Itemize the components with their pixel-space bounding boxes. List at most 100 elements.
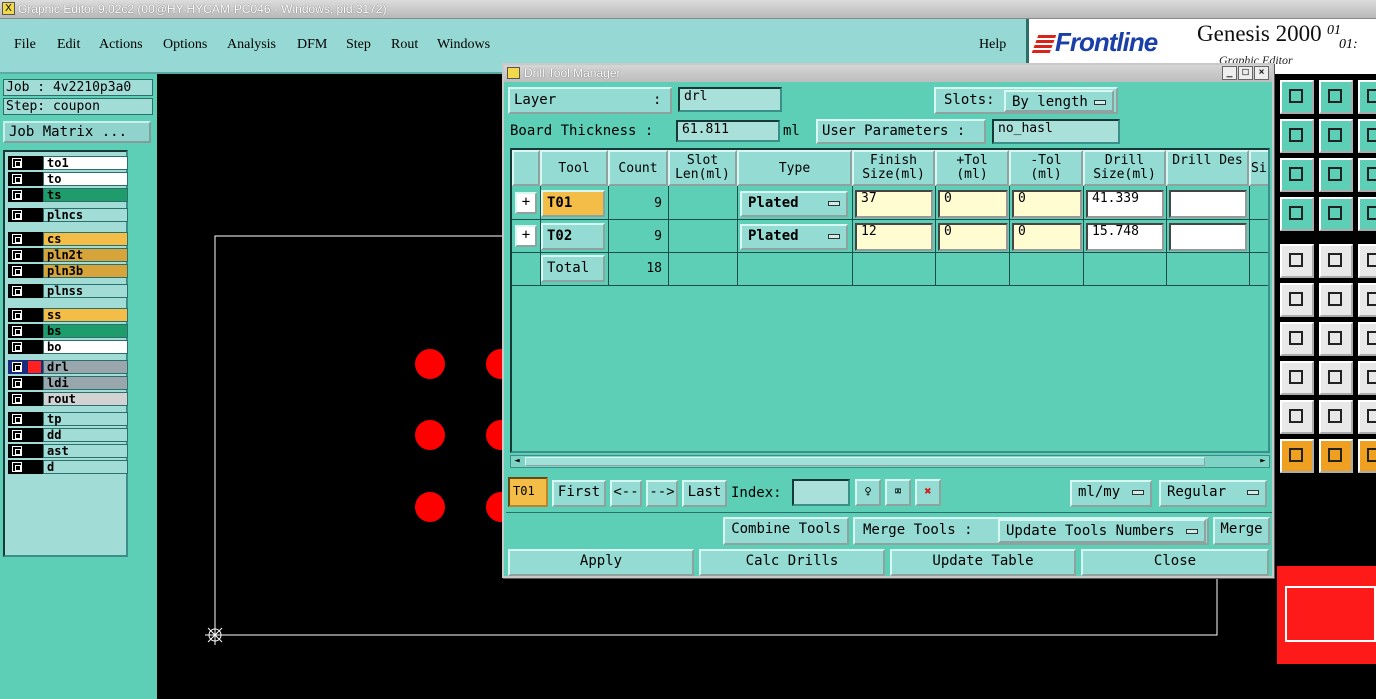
node-icon[interactable] bbox=[1358, 244, 1376, 278]
layer-row-to[interactable]: to bbox=[8, 172, 128, 186]
layer-row-ss[interactable]: ss bbox=[8, 308, 128, 322]
layer-name[interactable]: tp bbox=[43, 412, 128, 426]
layer-checkbox[interactable] bbox=[12, 190, 22, 200]
combine-tools-button[interactable]: Combine Tools bbox=[723, 517, 849, 545]
mode-select[interactable]: Regular bbox=[1159, 480, 1267, 507]
pan-icon[interactable] bbox=[1319, 400, 1353, 434]
plus-tol-field[interactable]: 0 bbox=[938, 223, 1008, 251]
layer-checkbox[interactable] bbox=[12, 158, 22, 168]
cross-icon[interactable] bbox=[1358, 197, 1376, 231]
menu-edit[interactable]: Edit bbox=[57, 37, 80, 53]
minus-tol-field[interactable]: 0 bbox=[1012, 223, 1082, 251]
type-select[interactable]: Plated bbox=[740, 191, 848, 217]
drill-des-field[interactable] bbox=[1169, 223, 1247, 251]
slash-icon[interactable] bbox=[1319, 244, 1353, 278]
tool-button[interactable]: T01 bbox=[541, 190, 605, 217]
layer-checkbox[interactable] bbox=[12, 174, 22, 184]
pan-icon[interactable] bbox=[1358, 119, 1376, 153]
layer-checkbox[interactable] bbox=[12, 250, 22, 260]
slots-select[interactable]: By length bbox=[1004, 90, 1114, 112]
horizontal-scrollbar[interactable]: ◄ ► bbox=[510, 455, 1270, 468]
layer-name[interactable]: plncs bbox=[43, 208, 128, 222]
layer-row-dd[interactable]: dd bbox=[8, 428, 128, 442]
layer-name[interactable]: d bbox=[43, 460, 128, 474]
minus-tol-field[interactable]: 0 bbox=[1012, 190, 1082, 218]
lightbulb-icon[interactable]: ♀ bbox=[855, 479, 881, 506]
close-button[interactable]: Close bbox=[1081, 549, 1269, 576]
apply-button[interactable]: Apply bbox=[508, 549, 694, 576]
layer-row-drl[interactable]: drl bbox=[8, 360, 128, 374]
prev-button[interactable]: <-- bbox=[610, 480, 642, 507]
minimize-icon[interactable]: _ bbox=[1222, 66, 1237, 80]
arc-icon[interactable] bbox=[1358, 283, 1376, 317]
layer-checkbox[interactable] bbox=[12, 394, 22, 404]
line-edit-icon[interactable] bbox=[1280, 197, 1314, 231]
first-button[interactable]: First bbox=[552, 480, 606, 507]
layer-checkbox[interactable] bbox=[12, 342, 22, 352]
menu-rout[interactable]: Rout bbox=[391, 37, 418, 53]
connect-icon[interactable] bbox=[1319, 197, 1353, 231]
layer-row-plnss[interactable]: plnss bbox=[8, 284, 128, 298]
maximize-icon[interactable]: □ bbox=[1238, 66, 1253, 80]
triangle-icon[interactable] bbox=[1319, 283, 1353, 317]
board-thickness-field[interactable]: 61.811 bbox=[676, 120, 780, 142]
finish-size-field[interactable]: 12 bbox=[855, 223, 933, 251]
add-right-icon[interactable] bbox=[1280, 119, 1314, 153]
plus-tol-field[interactable]: 0 bbox=[938, 190, 1008, 218]
layer-checkbox[interactable] bbox=[12, 286, 22, 296]
grid-icon[interactable] bbox=[1280, 439, 1314, 473]
last-button[interactable]: Last bbox=[682, 480, 727, 507]
cursor-icon[interactable] bbox=[1280, 322, 1314, 356]
clear-icon[interactable]: ✖ bbox=[915, 479, 941, 506]
drill-size-field[interactable]: 15.748 bbox=[1086, 223, 1164, 251]
layer-name[interactable]: pln3b bbox=[43, 264, 128, 278]
finish-size-field[interactable]: 37 bbox=[855, 190, 933, 218]
grid-icon[interactable] bbox=[1319, 158, 1353, 192]
close-icon[interactable]: × bbox=[1254, 66, 1269, 80]
layer-field[interactable]: drl bbox=[678, 87, 782, 112]
layer-name[interactable]: ldi bbox=[43, 376, 128, 390]
layer-name[interactable]: to1 bbox=[43, 156, 128, 170]
layer-checkbox[interactable] bbox=[12, 414, 22, 424]
layer-row-rout[interactable]: rout bbox=[8, 392, 128, 406]
type-select[interactable]: Plated bbox=[740, 224, 848, 250]
layer-name[interactable]: drl bbox=[43, 360, 128, 374]
pad-icon[interactable] bbox=[1358, 158, 1376, 192]
row-expand-icon[interactable]: + bbox=[515, 192, 537, 214]
layer-checkbox[interactable] bbox=[12, 310, 22, 320]
pad-icon[interactable] bbox=[1319, 439, 1353, 473]
snap-icon[interactable] bbox=[1280, 158, 1314, 192]
layer-row-pln2t[interactable]: pln2t bbox=[8, 248, 128, 262]
line-edit-icon[interactable] bbox=[1358, 439, 1376, 473]
layer-row-tp[interactable]: tp bbox=[8, 412, 128, 426]
layer-checkbox[interactable] bbox=[12, 234, 22, 244]
minus-icon[interactable] bbox=[1280, 283, 1314, 317]
layer-name[interactable]: rout bbox=[43, 392, 128, 406]
user-parameters-button[interactable]: User Parameters : bbox=[816, 119, 986, 144]
layer-checkbox[interactable] bbox=[12, 430, 22, 440]
layer-name[interactable]: plnss bbox=[43, 284, 128, 298]
move-up-icon[interactable] bbox=[1280, 80, 1314, 114]
layer-row-d[interactable]: d bbox=[8, 460, 128, 474]
row-expand-icon[interactable]: + bbox=[515, 225, 537, 247]
layer-name[interactable]: dd bbox=[43, 428, 128, 442]
layer-row-to1[interactable]: to1 bbox=[8, 156, 128, 170]
fit-icon[interactable] bbox=[1280, 400, 1314, 434]
menu-analysis[interactable]: Analysis bbox=[227, 37, 276, 53]
add-left-icon[interactable] bbox=[1319, 361, 1353, 395]
layer-name[interactable]: pln2t bbox=[43, 248, 128, 262]
layer-row-bs[interactable]: bs bbox=[8, 324, 128, 338]
update-tools-numbers-select[interactable]: Update Tools Numbers bbox=[998, 519, 1206, 543]
merge-button[interactable]: Merge bbox=[1213, 517, 1270, 545]
layer-checkbox[interactable] bbox=[12, 266, 22, 276]
layer-name[interactable]: to bbox=[43, 172, 128, 186]
layer-row-ldi[interactable]: ldi bbox=[8, 376, 128, 390]
layer-checkbox[interactable] bbox=[12, 462, 22, 472]
layer-name[interactable]: bo bbox=[43, 340, 128, 354]
move-down-icon[interactable] bbox=[1319, 80, 1353, 114]
layer-button[interactable]: Layer: bbox=[508, 87, 672, 114]
units-select[interactable]: ml/my bbox=[1070, 480, 1152, 507]
layer-row-ts[interactable]: ts bbox=[8, 188, 128, 202]
total-button[interactable]: Total bbox=[541, 255, 605, 282]
drill-size-field[interactable]: 41.339 bbox=[1086, 190, 1164, 218]
